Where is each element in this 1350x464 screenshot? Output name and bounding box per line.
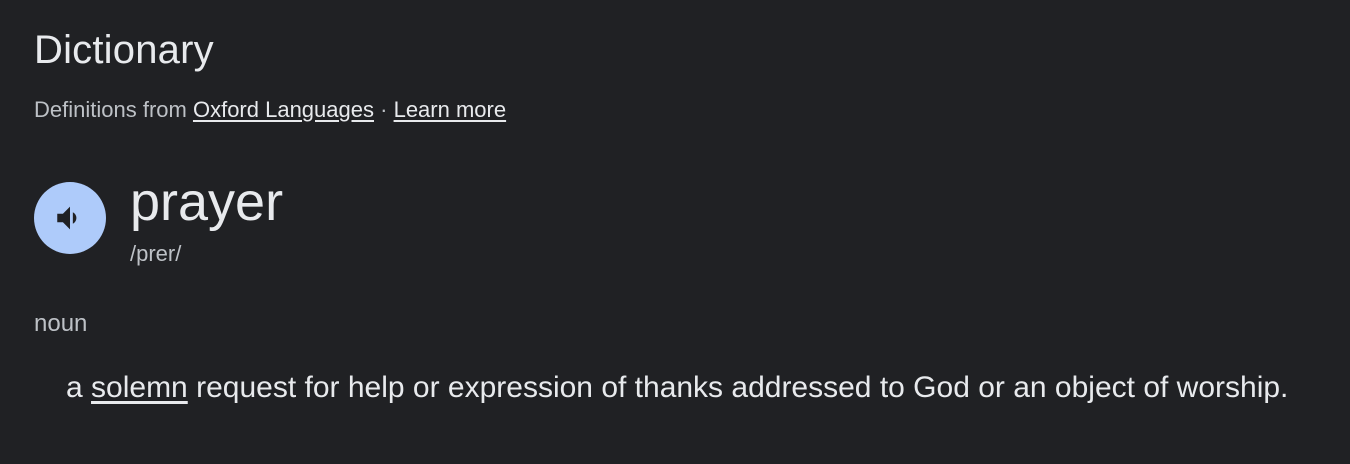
definitions-source-line: Definitions from Oxford Languages · Lear… — [34, 96, 506, 124]
pronounce-button[interactable] — [34, 182, 106, 254]
source-prefix: Definitions from — [34, 97, 187, 122]
definition-before-link: a — [66, 371, 83, 404]
part-of-speech: noun — [34, 310, 88, 337]
oxford-languages-link[interactable]: Oxford Languages — [193, 97, 374, 122]
definition-text: a solemn request for help or expression … — [66, 364, 1336, 412]
definition-after-link: request for help or expression of thanks… — [196, 371, 1289, 404]
speaker-icon — [57, 206, 77, 230]
source-separator: · — [380, 97, 388, 122]
solemn-link[interactable]: solemn — [91, 371, 188, 404]
dictionary-card: Dictionary Definitions from Oxford Langu… — [0, 0, 1350, 464]
headword: prayer — [130, 172, 284, 232]
learn-more-link[interactable]: Learn more — [394, 97, 507, 122]
dictionary-title: Dictionary — [34, 28, 214, 72]
phonetic-spelling: /prer/ — [130, 241, 182, 266]
